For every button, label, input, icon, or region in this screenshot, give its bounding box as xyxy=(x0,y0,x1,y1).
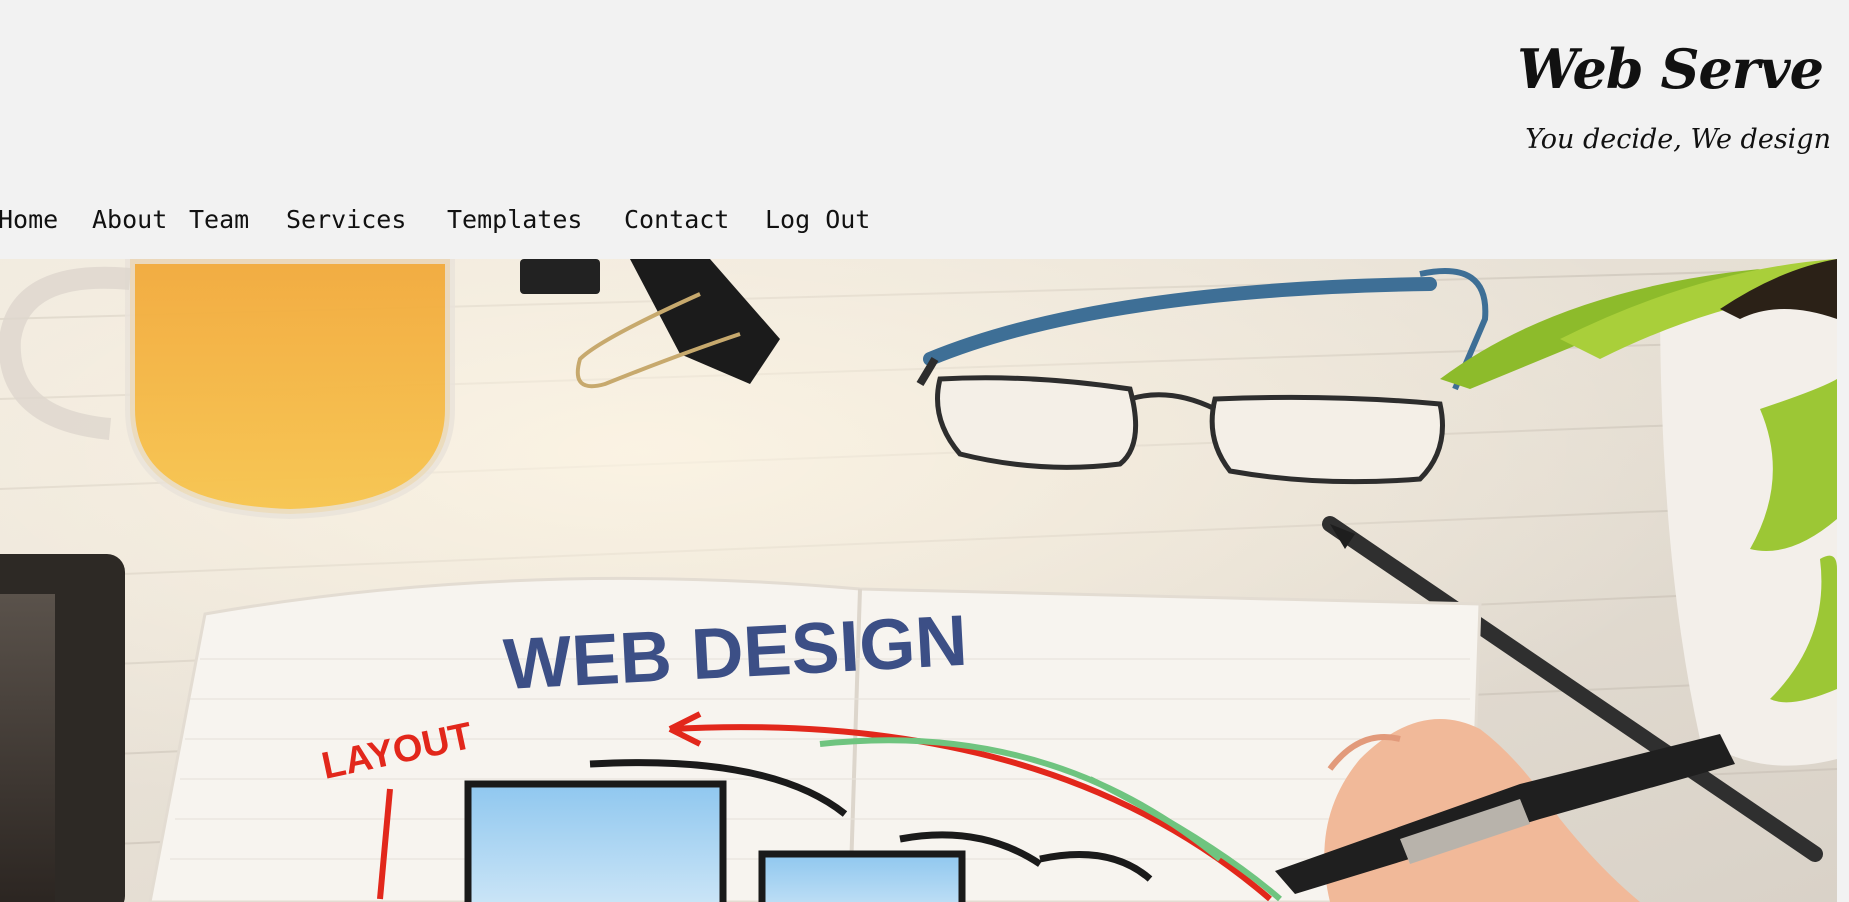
hero-image: WEB DESIGN LAYOUT xyxy=(0,259,1837,902)
page: Web Serve You decide, We design Home Abo… xyxy=(0,0,1849,902)
nav-services-link[interactable]: Services xyxy=(286,205,447,234)
notebook: WEB DESIGN LAYOUT xyxy=(148,576,1482,902)
nav-about-link[interactable]: About xyxy=(92,205,189,234)
nav-home-link[interactable]: Home xyxy=(0,205,92,234)
hero-illustration: WEB DESIGN LAYOUT xyxy=(0,259,1837,902)
nav-templates-link[interactable]: Templates xyxy=(447,205,624,234)
nav-contact-link[interactable]: Contact xyxy=(624,205,765,234)
nav-logout-link[interactable]: Log Out xyxy=(765,205,870,234)
site-header: Web Serve You decide, We design xyxy=(1517,30,1831,162)
site-tagline: You decide, We design xyxy=(1525,124,1831,155)
site-title[interactable]: Web Serve xyxy=(1517,30,1824,108)
nav-team-link[interactable]: Team xyxy=(189,205,286,234)
main-nav: Home About Team Services Templates Conta… xyxy=(0,200,870,238)
tablet-device xyxy=(0,554,125,902)
